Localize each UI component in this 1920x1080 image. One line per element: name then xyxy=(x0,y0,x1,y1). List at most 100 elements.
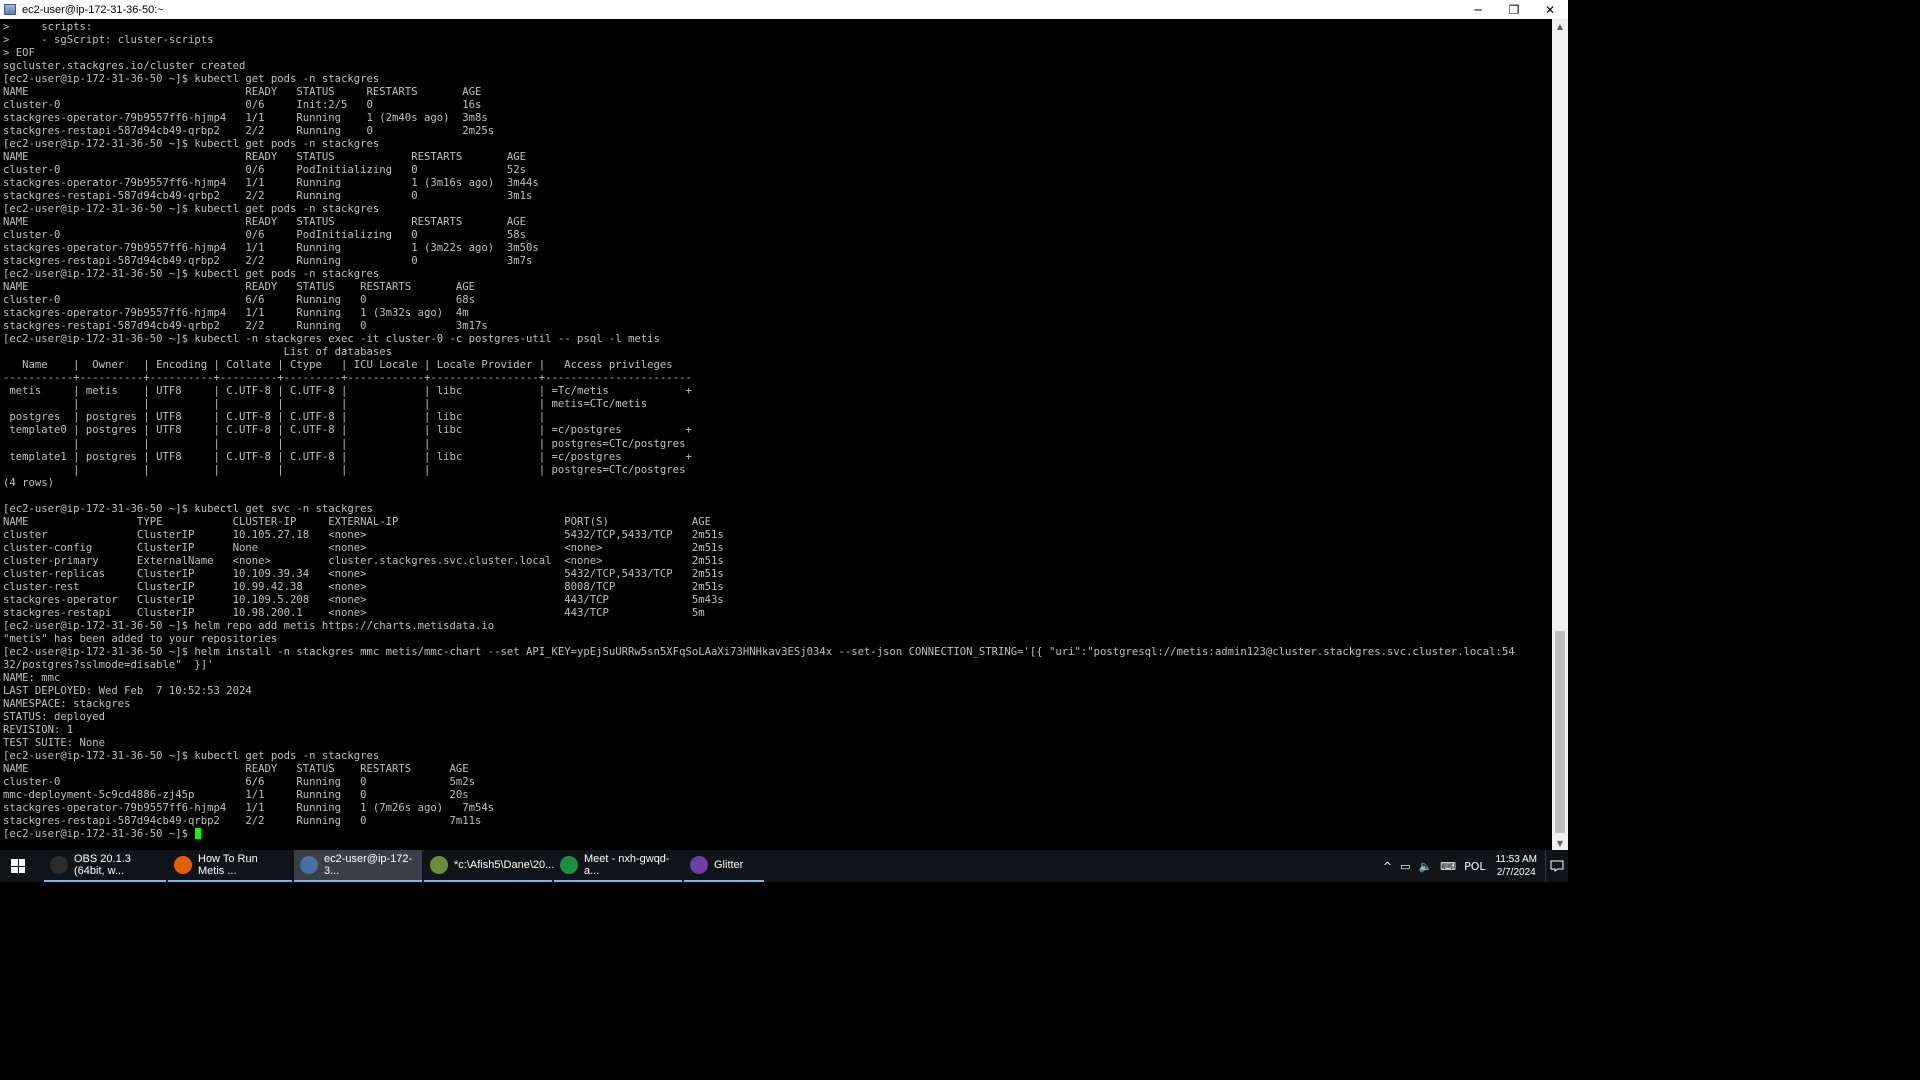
terminal-line: [ec2-user@ip-172-31-36-50 ~]$ kubectl ge… xyxy=(3,138,380,151)
terminal-line: | | | | | | | postgres=CTc/postgres xyxy=(3,463,686,476)
terminal-line: | | | | | | | postgres=CTc/postgres xyxy=(3,437,686,450)
terminal-line: NAME READY STATUS RESTARTS AGE xyxy=(3,86,482,99)
chrome-icon xyxy=(560,856,578,874)
terminal-scrollbar[interactable]: ▲ ▼ xyxy=(1552,19,1568,850)
terminal-line: stackgres-restapi-587d94cb49-qrbp2 2/2 R… xyxy=(3,320,488,333)
terminal-line: stackgres-operator ClusterIP 10.109.5.20… xyxy=(3,593,724,606)
scroll-up-icon[interactable]: ▲ xyxy=(1552,19,1568,33)
show-hidden-icons-icon[interactable]: ^ xyxy=(1383,860,1392,873)
clock-date: 2/7/2024 xyxy=(1496,867,1536,878)
terminal-line: cluster-0 6/6 Running 0 68s xyxy=(3,294,475,307)
terminal-line: [ec2-user@ip-172-31-36-50 ~]$ kubectl ge… xyxy=(3,749,380,762)
taskbar-item[interactable]: How To Run Metis ... xyxy=(168,850,292,882)
terminal-line: NAME READY STATUS RESTARTS AGE xyxy=(3,281,475,294)
terminal-line: cluster ClusterIP 10.105.27.18 <none> 54… xyxy=(3,528,724,541)
scrollbar-thumb[interactable] xyxy=(1555,631,1565,833)
terminal-line: NAME: mmc xyxy=(3,671,61,684)
terminal-line: stackgres-restapi ClusterIP 10.98.200.1 … xyxy=(3,606,705,619)
scroll-down-icon[interactable]: ▼ xyxy=(1552,836,1568,850)
terminal-line: cluster-replicas ClusterIP 10.109.39.34 … xyxy=(3,567,724,580)
terminal-line: "metis" has been added to your repositor… xyxy=(3,632,278,645)
start-button[interactable] xyxy=(0,850,36,882)
taskbar: OBS 20.1.3 (64bit, w... How To Run Metis … xyxy=(0,850,1568,882)
terminal-cursor xyxy=(195,828,202,840)
window-title: ec2-user@ip-172-31-36-50:~ xyxy=(22,3,164,16)
terminal-line: NAME READY STATUS RESTARTS AGE xyxy=(3,216,526,229)
terminal-line: stackgres-operator-79b9557ff6-hjmp4 1/1 … xyxy=(3,242,539,255)
notepad-icon xyxy=(430,856,448,874)
windows-logo-icon xyxy=(11,859,25,873)
network-icon[interactable]: ▭ xyxy=(1400,860,1410,873)
terminal-line: > EOF xyxy=(3,47,35,60)
terminal-line: > - sgScript: cluster-scripts xyxy=(3,34,214,47)
notifications-icon[interactable] xyxy=(1545,850,1568,882)
terminal-line: cluster-0 6/6 Running 0 5m2s xyxy=(3,775,475,788)
terminal-line: STATUS: deployed xyxy=(3,710,106,723)
terminal-line: [ec2-user@ip-172-31-36-50 ~]$ kubectl -n… xyxy=(3,333,660,346)
terminal-prompt: [ec2-user@ip-172-31-36-50 ~]$ xyxy=(3,827,195,840)
taskbar-item-label: OBS 20.1.3 (64bit, w... xyxy=(74,853,131,877)
terminal-line: cluster-0 0/6 Init:2/5 0 16s xyxy=(3,99,482,112)
terminal-line: stackgres-restapi-587d94cb49-qrbp2 2/2 R… xyxy=(3,125,495,138)
terminal-line: REVISION: 1 xyxy=(3,723,74,736)
terminal-line: [ec2-user@ip-172-31-36-50 ~]$ kubectl ge… xyxy=(3,502,373,515)
terminal-line: [ec2-user@ip-172-31-36-50 ~]$ helm insta… xyxy=(3,645,1515,658)
terminal-line: (4 rows) xyxy=(3,476,55,489)
terminal-line: metis | metis | UTF8 | C.UTF-8 | C.UTF-8… xyxy=(3,385,692,398)
window-title-bar[interactable]: ec2-user@ip-172-31-36-50:~ ─ ❐ ✕ xyxy=(0,0,1568,19)
terminal-line: Name | Owner | Encoding | Collate | Ctyp… xyxy=(3,359,673,372)
terminal-prompt-line[interactable]: [ec2-user@ip-172-31-36-50 ~]$ xyxy=(3,828,1515,841)
terminal-line: TEST SUITE: None xyxy=(3,736,106,749)
minimize-button[interactable]: ─ xyxy=(1460,0,1496,19)
terminal-line: [ec2-user@ip-172-31-36-50 ~]$ kubectl ge… xyxy=(3,203,380,216)
terminal-line: LAST DEPLOYED: Wed Feb 7 10:52:53 2024 xyxy=(3,684,252,697)
taskbar-item[interactable]: Meet - nxh-gwqd-a... xyxy=(554,850,682,882)
system-tray: ^ ▭ 🔈 ⌨ POL 11:53 AM 2/7/2024 xyxy=(1379,850,1568,882)
putty-icon xyxy=(300,856,318,874)
terminal-line: stackgres-restapi-587d94cb49-qrbp2 2/2 R… xyxy=(3,190,533,203)
taskbar-item[interactable]: OBS 20.1.3 (64bit, w... xyxy=(44,850,166,882)
taskbar-item[interactable]: Glitter xyxy=(684,850,764,882)
clock-time: 11:53 AM xyxy=(1495,854,1537,865)
taskbar-item-label: *c:\Afish5\Dane\20... xyxy=(454,859,555,871)
terminal-lines: > scripts: > - sgScript: cluster-scripts >… xyxy=(3,21,1515,841)
putty-icon xyxy=(4,4,16,15)
terminal-line: List of databases xyxy=(3,346,393,359)
taskbar-item[interactable]: ec2-user@ip-172-3... xyxy=(294,850,422,882)
terminal-line: | | | | | | | metis=CTc/metis xyxy=(3,398,648,411)
close-button[interactable]: ✕ xyxy=(1532,0,1568,19)
terminal-line: cluster-primary ExternalName <none> clus… xyxy=(3,554,724,567)
volume-icon[interactable]: 🔈 xyxy=(1418,860,1432,873)
terminal-line: [ec2-user@ip-172-31-36-50 ~]$ helm repo … xyxy=(3,619,495,632)
terminal-line: template1 | postgres | UTF8 | C.UTF-8 | … xyxy=(3,450,692,463)
taskbar-item-label: ec2-user@ip-172-3... xyxy=(324,853,413,877)
terminal-line: NAME TYPE CLUSTER-IP EXTERNAL-IP PORT(S)… xyxy=(3,515,711,528)
taskbar-apps: OBS 20.1.3 (64bit, w... How To Run Metis … xyxy=(44,850,766,882)
terminal-line: stackgres-operator-79b9557ff6-hjmp4 1/1 … xyxy=(3,801,495,814)
clock[interactable]: 11:53 AM 2/7/2024 xyxy=(1495,853,1537,879)
terminal-line: cluster-rest ClusterIP 10.99.42.38 <none… xyxy=(3,580,724,593)
terminal-output[interactable]: > scripts: > - sgScript: cluster-scripts >… xyxy=(0,19,1552,850)
taskbar-item[interactable]: *c:\Afish5\Dane\20... xyxy=(424,850,555,882)
terminal-line: cluster-0 0/6 PodInitializing 0 52s xyxy=(3,164,526,177)
terminal-line: cluster-config ClusterIP None <none> <no… xyxy=(3,541,724,554)
taskbar-item-label: Glitter xyxy=(714,859,744,871)
language-indicator[interactable]: POL xyxy=(1464,860,1485,873)
terminal-line: [ec2-user@ip-172-31-36-50 ~]$ kubectl ge… xyxy=(3,268,380,281)
terminal-line: NAME READY STATUS RESTARTS AGE xyxy=(3,151,526,164)
terminal-line: mmc-deployment-5c9cd4886-zj45p 1/1 Runni… xyxy=(3,788,469,801)
keyboard-icon[interactable]: ⌨ xyxy=(1440,860,1456,873)
terminal-line: sgcluster.stackgres.io/cluster created xyxy=(3,60,246,73)
taskbar-item-label: How To Run Metis ... xyxy=(198,853,258,877)
terminal-line: stackgres-restapi-587d94cb49-qrbp2 2/2 R… xyxy=(3,255,533,268)
terminal-line: > scripts: xyxy=(3,21,93,33)
terminal-line: postgres | postgres | UTF8 | C.UTF-8 | C… xyxy=(3,411,546,424)
maximize-button[interactable]: ❐ xyxy=(1496,0,1532,19)
terminal-line: stackgres-restapi-587d94cb49-qrbp2 2/2 R… xyxy=(3,814,482,827)
terminal-line: stackgres-operator-79b9557ff6-hjmp4 1/1 … xyxy=(3,177,539,190)
terminal-line: -----------+----------+----------+------… xyxy=(3,372,692,385)
firefox-icon xyxy=(174,856,192,874)
glitter-icon xyxy=(690,856,708,874)
terminal-line: template0 | postgres | UTF8 | C.UTF-8 | … xyxy=(3,424,692,437)
